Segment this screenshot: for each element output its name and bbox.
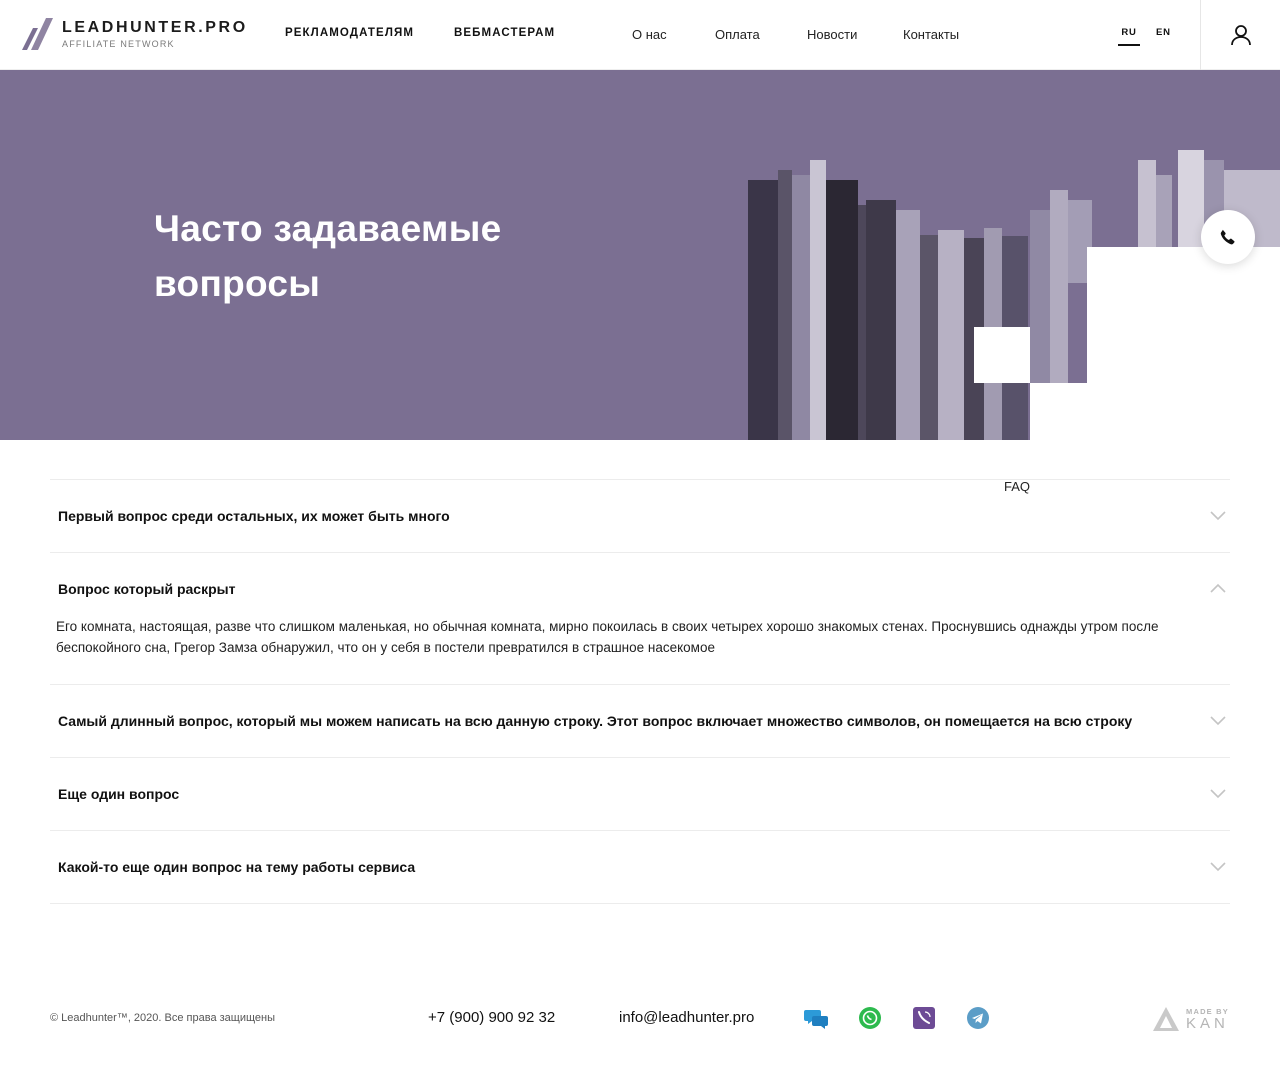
decor-block	[974, 327, 1030, 383]
chevron-down-icon[interactable]	[1210, 787, 1226, 799]
chevron-up-icon[interactable]	[1210, 582, 1226, 594]
lang-en[interactable]: EN	[1156, 27, 1171, 38]
made-by-brand: KAN	[1186, 1014, 1229, 1032]
nav-contacts[interactable]: Контакты	[903, 27, 959, 42]
phone-icon	[1220, 229, 1235, 245]
logo-subtitle: AFFILIATE NETWORK	[62, 38, 175, 49]
footer-phone[interactable]: +7 (900) 900 92 32	[428, 1009, 555, 1026]
faq-item[interactable]: Какой-то еще один вопрос на тему работы …	[50, 830, 1230, 904]
nav-news[interactable]: Новости	[807, 27, 857, 42]
lang-ru[interactable]: RU	[1118, 27, 1140, 46]
faq-question[interactable]: Вопрос который раскрыт	[50, 553, 1230, 625]
logo[interactable]: LEADHUNTER.PRO AFFILIATE NETWORK	[22, 16, 248, 52]
decor-block	[1030, 383, 1087, 440]
nav-webmasters[interactable]: ВЕБМАСТЕРАМ	[454, 27, 555, 39]
profile-button[interactable]	[1201, 0, 1280, 70]
copyright: © Leadhunter™, 2020. Все права защищены	[50, 1012, 275, 1024]
faq-item[interactable]: Еще один вопрос	[50, 757, 1230, 830]
viber-icon[interactable]	[912, 1006, 936, 1030]
faq-question[interactable]: Первый вопрос среди остальных, их может …	[50, 480, 1230, 552]
kan-logo-icon	[1153, 1007, 1179, 1031]
whatsapp-icon[interactable]	[858, 1006, 882, 1030]
faq-question[interactable]: Еще один вопрос	[50, 758, 1230, 830]
faq-list: Первый вопрос среди остальных, их может …	[50, 479, 1230, 904]
decor-block	[1087, 247, 1280, 440]
nav-advertisers[interactable]: РЕКЛАМОДАТЕЛЯМ	[285, 27, 414, 39]
user-icon	[1230, 25, 1251, 46]
logo-icon	[22, 18, 53, 50]
telegram-icon[interactable]	[966, 1006, 990, 1030]
site-header: LEADHUNTER.PRO AFFILIATE NETWORK РЕКЛАМО…	[0, 0, 1280, 494]
site-footer: © Leadhunter™, 2020. Все права защищены …	[0, 990, 1280, 1050]
logo-title: LEADHUNTER.PRO	[62, 18, 248, 36]
faq-item[interactable]: Самый длинный вопрос, который мы можем н…	[50, 684, 1230, 757]
nav-about[interactable]: О нас	[632, 27, 667, 42]
faq-item[interactable]: Первый вопрос среди остальных, их может …	[50, 479, 1230, 552]
made-by-logo[interactable]: MADE BY KAN	[1152, 1006, 1229, 1032]
chat-icon[interactable]	[804, 1006, 828, 1030]
faq-question[interactable]: Какой-то еще один вопрос на тему работы …	[50, 831, 1230, 903]
call-button[interactable]	[1201, 210, 1255, 264]
chevron-down-icon[interactable]	[1210, 860, 1226, 872]
nav-payment[interactable]: Оплата	[715, 27, 760, 42]
chevron-down-icon[interactable]	[1210, 714, 1226, 726]
faq-question[interactable]: Самый длинный вопрос, который мы можем н…	[50, 685, 1230, 757]
page-title: Часто задаваемые вопросы	[154, 208, 502, 304]
chevron-down-icon[interactable]	[1210, 509, 1226, 521]
faq-answer: Его комната, настоящая, разве что слишко…	[56, 619, 1159, 655]
hero-banner: Часто задаваемые вопросы	[0, 70, 1280, 440]
faq-item-expanded[interactable]: Вопрос который раскрыт Его комната, наст…	[50, 552, 1230, 684]
footer-email[interactable]: info@leadhunter.pro	[619, 1009, 754, 1026]
